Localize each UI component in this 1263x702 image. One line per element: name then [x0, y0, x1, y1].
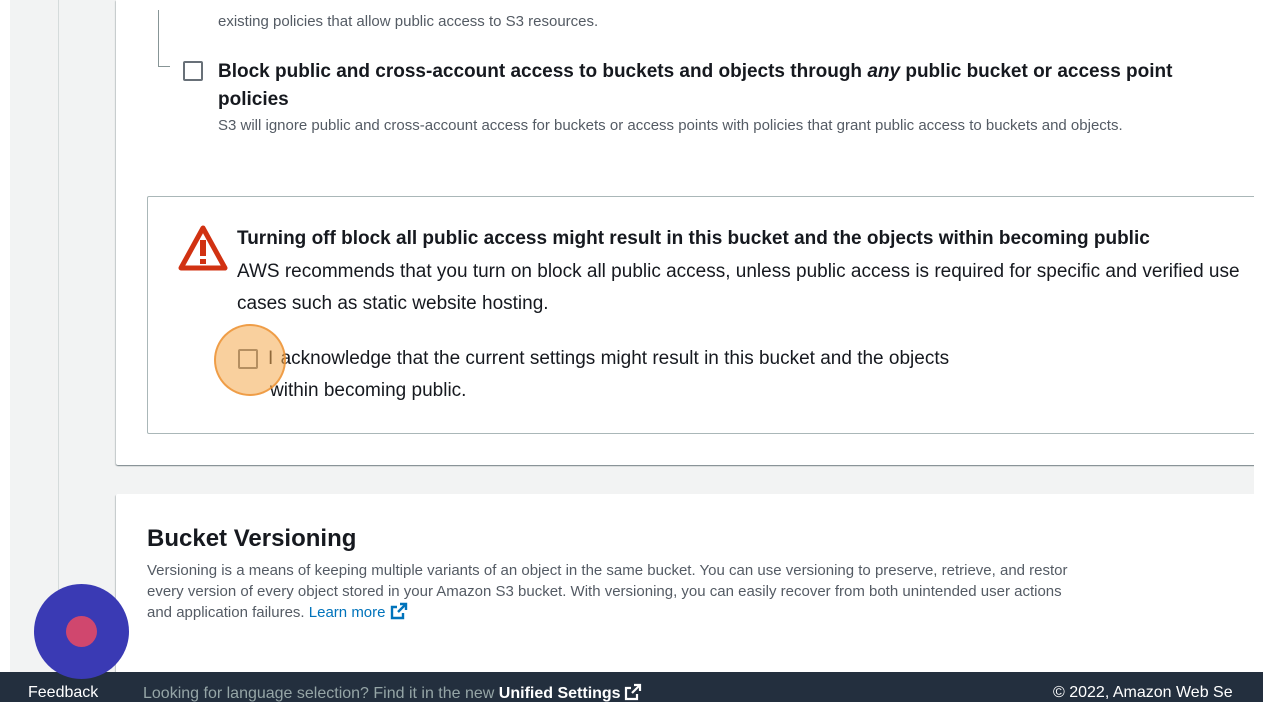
- option-title-emphasis: any: [867, 61, 901, 82]
- left-divider: [58, 0, 59, 672]
- warning-triangle-icon: [178, 225, 228, 271]
- language-note-text: Looking for language selection? Find it …: [143, 685, 499, 702]
- external-link-icon[interactable]: [390, 602, 408, 620]
- acknowledge-label[interactable]: acknowledge that the current settings mi…: [270, 343, 990, 407]
- tree-connector-elbow: [158, 66, 170, 67]
- left-gutter: [0, 0, 10, 702]
- unified-settings-link[interactable]: Unified Settings: [499, 685, 621, 702]
- floating-feedback-button[interactable]: [34, 584, 129, 679]
- warning-body: AWS recommends that you turn on block al…: [237, 261, 1240, 314]
- language-note: Looking for language selection? Find it …: [143, 683, 642, 702]
- tree-connector-line: [158, 10, 159, 66]
- versioning-desc-line-3-text: and application failures.: [147, 604, 305, 621]
- block-cross-account-checkbox[interactable]: [183, 61, 203, 81]
- block-cross-account-description: S3 will ignore public and cross-account …: [218, 117, 1123, 134]
- versioning-desc-line-3: and application failures. Learn more: [147, 602, 1257, 623]
- console-footer: Feedback Looking for language selection?…: [0, 672, 1263, 702]
- record-dot-icon: [66, 616, 97, 647]
- versioning-desc-line-2: every version of every object stored in …: [147, 583, 1062, 600]
- learn-more-link[interactable]: Learn more: [309, 604, 386, 621]
- bucket-versioning-description: Versioning is a means of keeping multipl…: [147, 560, 1257, 623]
- click-highlight-marker: [214, 324, 286, 396]
- option-title-part1: Block public and cross-account access to…: [218, 61, 868, 82]
- versioning-desc-line-1: Versioning is a means of keeping multipl…: [147, 562, 1068, 579]
- feedback-link[interactable]: Feedback: [28, 683, 98, 702]
- warning-title: Turning off block all public access migh…: [237, 228, 1150, 249]
- copyright-text: © 2022, Amazon Web Se: [1053, 684, 1233, 701]
- right-edge: [1254, 0, 1263, 702]
- previous-option-description: existing policies that allow public acce…: [218, 13, 599, 30]
- unified-settings-external-icon[interactable]: [624, 683, 642, 701]
- bucket-versioning-title: Bucket Versioning: [147, 525, 357, 552]
- block-cross-account-title[interactable]: Block public and cross-account access to…: [218, 58, 1228, 114]
- acknowledge-label-text: acknowledge that the current settings mi…: [270, 348, 950, 401]
- s3-create-bucket-page: existing policies that allow public acce…: [0, 0, 1263, 702]
